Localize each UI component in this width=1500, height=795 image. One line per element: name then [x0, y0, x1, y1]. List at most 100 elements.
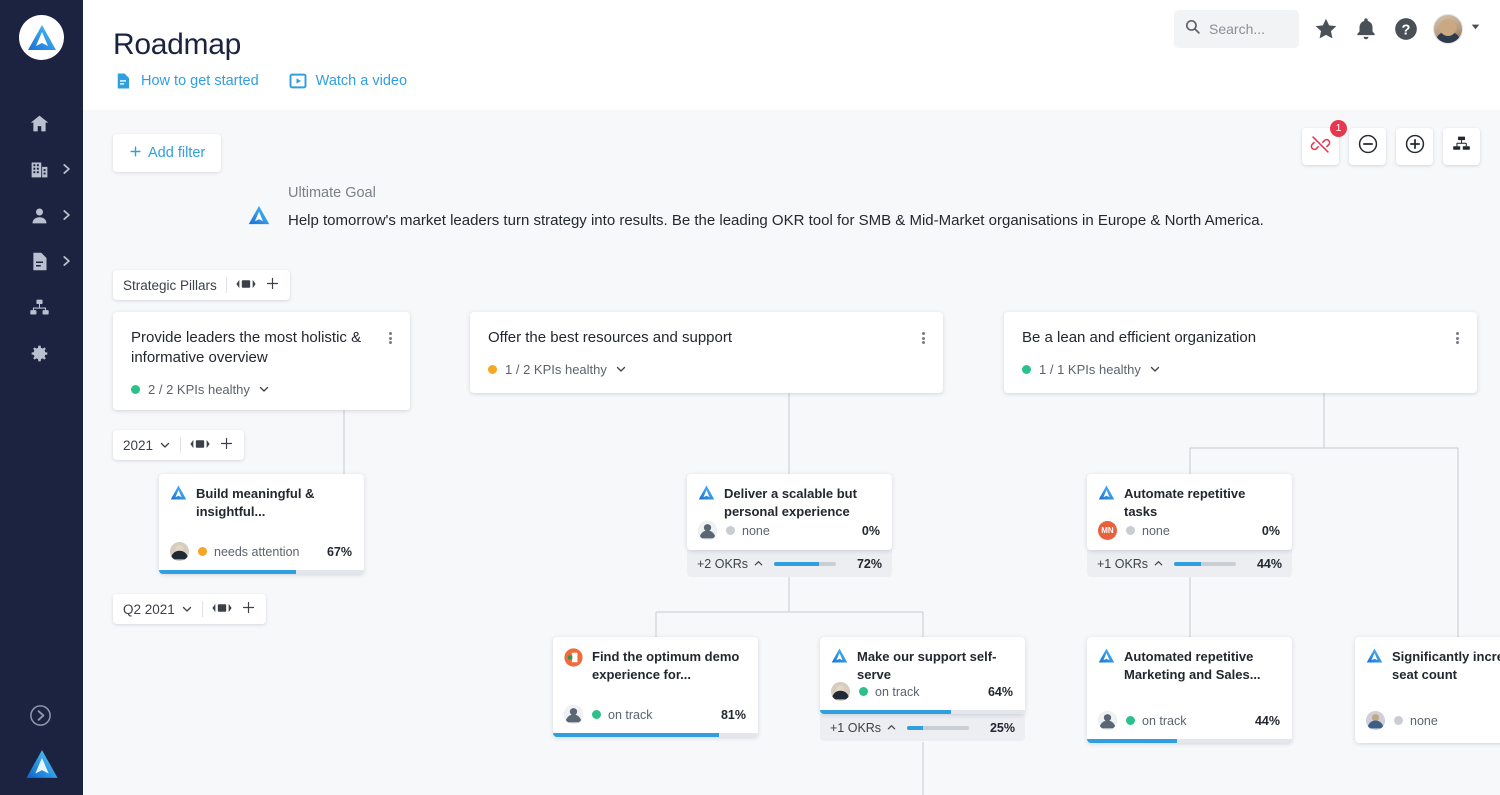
row-chip-year[interactable]: 2021 — [113, 430, 244, 460]
row-chip-quarter[interactable]: Q2 2021 — [113, 594, 266, 624]
chevron-up-icon[interactable] — [886, 722, 897, 733]
chevron-down-icon — [181, 603, 193, 615]
chevron-up-icon[interactable] — [753, 558, 764, 569]
okr-rollup-deliver-scalable[interactable]: +2 OKRs 72% — [687, 550, 892, 577]
status-dot — [488, 365, 497, 374]
okr-card-build-meaningful[interactable]: Build meaningful & insightful... needs a… — [159, 474, 364, 574]
perdoo-logo[interactable] — [19, 15, 64, 60]
owner-avatar — [170, 542, 189, 561]
perdoo-triangle-icon — [1098, 485, 1115, 505]
pillar-menu-button[interactable] — [915, 330, 931, 346]
avatar-initials: MN — [1101, 526, 1113, 535]
okr-status: none — [726, 524, 770, 538]
building-icon — [29, 159, 50, 180]
rollup-percent: 72% — [857, 557, 882, 571]
chevron-down-icon[interactable] — [1149, 363, 1161, 375]
rollup-label: +2 OKRs — [697, 557, 764, 571]
status-dot — [198, 547, 207, 556]
sidebar-item-company[interactable] — [0, 146, 83, 192]
perdoo-triangle-icon — [170, 485, 187, 505]
okr-card-increase-seat-count[interactable]: Significantly increase seat count none 0… — [1355, 637, 1500, 743]
pillar-kpi-label: 2 / 2 KPIs healthy — [148, 382, 250, 397]
roadmap-canvas: Strategic Pillars 2021 — [83, 0, 1500, 795]
quarter-selector[interactable]: Q2 2021 — [123, 602, 193, 617]
okr-rollup-support-self-serve[interactable]: +1 OKRs 25% — [820, 714, 1025, 741]
okr-body: Find the optimum demo experience for... — [553, 637, 758, 692]
okr-card-automated-marketing-sales[interactable]: Automated repetitive Marketing and Sales… — [1087, 637, 1292, 743]
chevron-down-icon[interactable] — [258, 383, 270, 395]
okr-progress-bar — [159, 570, 364, 574]
okr-status-label: on track — [1142, 714, 1186, 728]
year-label: 2021 — [123, 438, 153, 453]
okr-card-automate-repetitive[interactable]: Automate repetitive tasks MN none 0% — [1087, 474, 1292, 550]
chevron-right-icon[interactable] — [59, 208, 73, 222]
rollup-progress-bar — [907, 726, 969, 730]
okr-header: Deliver a scalable but personal experien… — [698, 485, 880, 521]
sidebar-item-roadmap[interactable] — [0, 284, 83, 330]
add-row-icon[interactable] — [219, 436, 234, 454]
row-chip-strategic-pillars[interactable]: Strategic Pillars — [113, 270, 290, 300]
sidebar-item-settings[interactable] — [0, 330, 83, 376]
owner-avatar — [564, 705, 583, 724]
owner-avatar: MN — [1098, 521, 1117, 540]
collapse-horizontal-icon[interactable] — [236, 278, 256, 293]
pillar-card-2[interactable]: Offer the best resources and support 1 /… — [470, 312, 943, 393]
rollup-percent: 25% — [990, 721, 1015, 735]
pillar-card-1[interactable]: Provide leaders the most holistic & info… — [113, 312, 410, 410]
pillar-menu-button[interactable] — [382, 330, 398, 346]
okr-progress-bar — [553, 733, 758, 737]
left-sidebar — [0, 0, 83, 795]
okr-card-support-self-serve[interactable]: Make our support self-serve on track 64% — [820, 637, 1025, 714]
okr-footer: on track 64% — [820, 674, 1025, 710]
chevron-up-icon[interactable] — [1153, 558, 1164, 569]
status-dot — [859, 687, 868, 696]
okr-status: none — [1394, 714, 1438, 728]
sidebar-item-people[interactable] — [0, 192, 83, 238]
row-chip-label: Strategic Pillars — [123, 278, 217, 293]
okr-card-find-optimum-demo[interactable]: Find the optimum demo experience for... … — [553, 637, 758, 737]
okr-body: Build meaningful & insightful... — [159, 474, 364, 529]
perdoo-triangle-icon — [1098, 648, 1115, 668]
add-row-icon[interactable] — [265, 276, 280, 294]
okr-status: on track — [592, 708, 652, 722]
document-icon — [29, 251, 50, 272]
okr-progress-bar — [1087, 739, 1292, 743]
add-row-icon[interactable] — [241, 600, 256, 618]
okr-status: on track — [859, 685, 919, 699]
okr-body: Automated repetitive Marketing and Sales… — [1087, 637, 1292, 692]
chevron-down-icon — [159, 439, 171, 451]
home-icon — [29, 113, 50, 134]
chevron-right-icon[interactable] — [59, 162, 73, 176]
okr-status-label: none — [1142, 524, 1170, 538]
okr-header: Find the optimum demo experience for... — [564, 648, 746, 684]
collapse-horizontal-icon[interactable] — [212, 602, 232, 617]
pillar-menu-button[interactable] — [1449, 330, 1465, 346]
owner-avatar — [1098, 711, 1117, 730]
chevron-right-icon[interactable] — [59, 254, 73, 268]
okr-progress-bar — [820, 710, 1025, 714]
status-dot — [131, 385, 140, 394]
perdoo-mark — [25, 749, 59, 779]
year-selector[interactable]: 2021 — [123, 438, 171, 453]
person-icon — [29, 205, 50, 226]
okr-percent: 0% — [1262, 524, 1280, 538]
rollup-percent: 44% — [1257, 557, 1282, 571]
sidebar-collapse-button[interactable] — [29, 704, 52, 727]
quarter-label: Q2 2021 — [123, 602, 175, 617]
rollup-label: +1 OKRs — [830, 721, 897, 735]
rollup-progress-bar — [1174, 562, 1236, 566]
pillar-card-3[interactable]: Be a lean and efficient organization 1 /… — [1004, 312, 1477, 393]
sidebar-item-home[interactable] — [0, 100, 83, 146]
scroll-corner[interactable] — [1486, 781, 1500, 795]
rollup-count: +1 OKRs — [830, 721, 881, 735]
okr-header: Build meaningful & insightful... — [170, 485, 352, 521]
perdoo-triangle-icon — [831, 648, 848, 668]
okr-rollup-automate-repetitive[interactable]: +1 OKRs 44% — [1087, 550, 1292, 577]
okr-card-deliver-scalable[interactable]: Deliver a scalable but personal experien… — [687, 474, 892, 550]
pillar-title: Offer the best resources and support — [488, 328, 925, 348]
owner-avatar — [1366, 711, 1385, 730]
sidebar-item-reports[interactable] — [0, 238, 83, 284]
chevron-down-icon[interactable] — [615, 363, 627, 375]
collapse-horizontal-icon[interactable] — [190, 438, 210, 453]
gear-icon — [29, 343, 50, 364]
